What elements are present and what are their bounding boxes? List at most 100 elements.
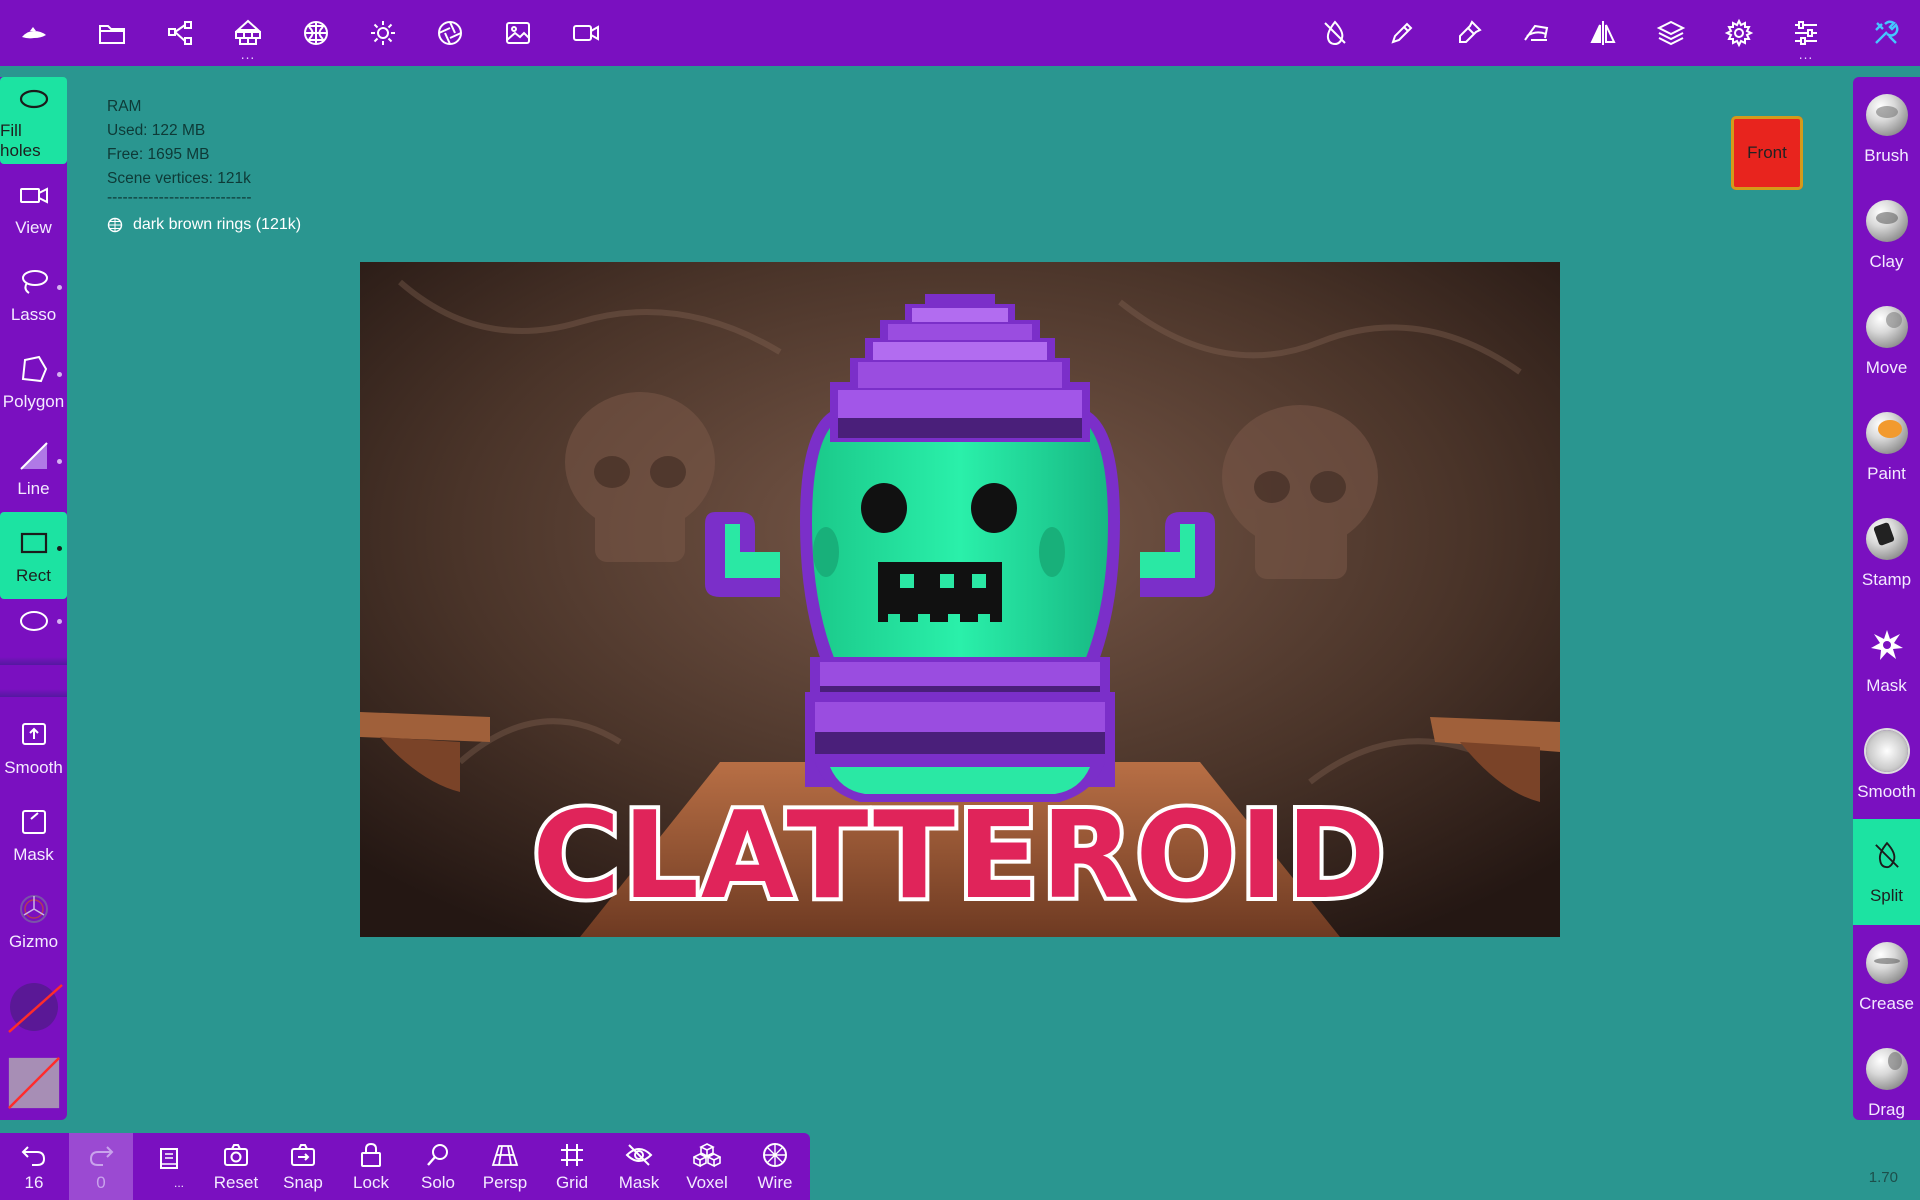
tool-ellipse[interactable] <box>0 599 67 649</box>
wire-button[interactable]: Wire <box>743 1133 807 1200</box>
tool-line[interactable]: Line <box>0 425 67 512</box>
folder-icon[interactable] <box>92 13 132 53</box>
tool-gizmo[interactable]: Gizmo <box>0 878 67 965</box>
lock-button[interactable]: Lock <box>339 1133 403 1200</box>
tool-label: Line <box>17 478 50 498</box>
ram-separator: ---------------------------- <box>107 189 252 206</box>
undo-button[interactable]: 16 <box>2 1133 66 1200</box>
gear-icon[interactable] <box>1719 13 1759 53</box>
right-toolbar: Brush Clay Move Paint Stamp Mask Smooth … <box>1853 77 1920 1120</box>
aperture-icon[interactable] <box>430 13 470 53</box>
options-dot <box>57 619 62 624</box>
redo-icon <box>89 1145 114 1166</box>
split-icon <box>1874 841 1899 869</box>
more-dots: ... <box>1798 48 1814 62</box>
reset-button[interactable]: Reset <box>204 1133 268 1200</box>
tool-split[interactable]: Split <box>1853 819 1920 925</box>
scene-vertices: Scene vertices: 121k <box>107 170 251 187</box>
tool-crease[interactable]: Crease <box>1853 925 1920 1031</box>
redo-button[interactable]: 0 <box>69 1133 133 1200</box>
tool-view[interactable]: View <box>0 164 67 251</box>
tools-icon[interactable] <box>1866 13 1906 53</box>
pencil-icon[interactable] <box>1382 13 1422 53</box>
grid-button[interactable]: Grid <box>540 1133 604 1200</box>
reference-image[interactable]: CLATTEROID <box>360 262 1560 937</box>
tool-smooth[interactable]: Smooth <box>0 704 67 791</box>
ellipse-outline-icon <box>19 89 48 108</box>
undo-icon <box>21 1145 46 1166</box>
stroke-icon[interactable] <box>1516 13 1556 53</box>
tool-label: Brush <box>1864 146 1909 165</box>
view-cube-front[interactable]: Front <box>1731 116 1803 190</box>
sliders-icon[interactable]: ... <box>1786 13 1826 61</box>
symmetry-icon[interactable] <box>1583 13 1623 53</box>
tool-move[interactable]: Move <box>1853 289 1920 395</box>
toolbar-divider <box>0 657 67 665</box>
history-button[interactable]: ... <box>137 1133 201 1200</box>
solo-button[interactable]: Solo <box>406 1133 470 1200</box>
video-camera-icon[interactable] <box>566 13 606 53</box>
layers-icon[interactable] <box>1651 13 1691 53</box>
tool-lasso[interactable]: Lasso <box>0 251 67 338</box>
mask-square-icon <box>21 809 46 834</box>
tool-label: View <box>15 217 52 237</box>
mask-visibility-button[interactable]: Mask <box>607 1133 671 1200</box>
bottom-label: Voxel <box>686 1172 728 1192</box>
no-material-swatch-icon <box>7 1057 60 1109</box>
bottom-label: Mask <box>618 1172 660 1192</box>
tool-mask-sculpt[interactable]: Mask <box>1853 607 1920 713</box>
sun-icon[interactable] <box>363 13 403 53</box>
color-swatch-secondary[interactable] <box>0 1049 67 1117</box>
scene-hierarchy-icon[interactable]: ... <box>228 13 268 61</box>
voxel-button[interactable]: Voxel <box>675 1133 739 1200</box>
tool-label: Lasso <box>10 304 57 324</box>
tool-clay[interactable]: Clay <box>1853 183 1920 289</box>
tool-smooth-sculpt[interactable]: Smooth <box>1853 713 1920 819</box>
image-icon[interactable] <box>498 13 538 53</box>
no-color-swatch-icon <box>7 983 63 1033</box>
options-dot <box>57 372 62 377</box>
grid-icon <box>561 1143 583 1166</box>
history-more: ... <box>173 1175 184 1190</box>
wireframe-icon <box>763 1142 787 1167</box>
rectangle-icon <box>20 532 47 553</box>
tool-label: Smooth <box>1857 782 1916 801</box>
drag-sphere-icon <box>1865 1048 1908 1090</box>
bottom-label: Lock <box>353 1172 389 1192</box>
tool-polygon[interactable]: Polygon <box>0 338 67 425</box>
tool-drag[interactable]: Drag <box>1853 1031 1920 1120</box>
lock-icon <box>361 1142 381 1167</box>
bottom-toolbar: 16 0 ... Reset Snap Lock Solo Persp Grid… <box>0 1133 810 1200</box>
more-dots: ... <box>240 48 256 62</box>
smooth-square-icon <box>21 722 46 745</box>
sphere-grid-icon[interactable] <box>296 13 336 53</box>
tool-rect[interactable]: Rect <box>0 512 67 599</box>
left-shelf <box>360 712 490 742</box>
tool-label: Stamp <box>1861 570 1912 589</box>
persp-button[interactable]: Persp <box>473 1133 537 1200</box>
paint-sphere-icon <box>1865 412 1908 454</box>
dropper-icon[interactable] <box>1449 13 1489 53</box>
tool-paint[interactable]: Paint <box>1853 395 1920 501</box>
tool-label: Polygon <box>2 391 65 411</box>
splat-icon <box>1870 630 1903 660</box>
line-icon <box>19 441 48 470</box>
tool-label: Mask <box>1866 676 1907 695</box>
bottom-label: Solo <box>420 1172 456 1192</box>
app-logo-icon[interactable] <box>14 13 54 53</box>
tool-label: Smooth <box>4 757 63 777</box>
tool-brush[interactable]: Brush <box>1853 77 1920 183</box>
camera-reset-icon <box>224 1143 248 1166</box>
options-dot <box>57 285 62 290</box>
perspective-icon <box>491 1144 519 1166</box>
color-swatch-primary[interactable] <box>0 967 67 1047</box>
tool-stamp[interactable]: Stamp <box>1853 501 1920 607</box>
no-pressure-icon[interactable] <box>1315 13 1355 53</box>
snap-button[interactable]: Snap <box>271 1133 335 1200</box>
bottom-label: Persp <box>482 1172 528 1192</box>
share-icon[interactable] <box>160 13 200 53</box>
bottom-label: Wire <box>757 1172 793 1192</box>
scene-object-item[interactable]: dark brown rings (121k) <box>107 213 301 237</box>
tool-mask[interactable]: Mask <box>0 791 67 878</box>
tool-fill-holes[interactable]: Fill holes <box>0 77 67 164</box>
